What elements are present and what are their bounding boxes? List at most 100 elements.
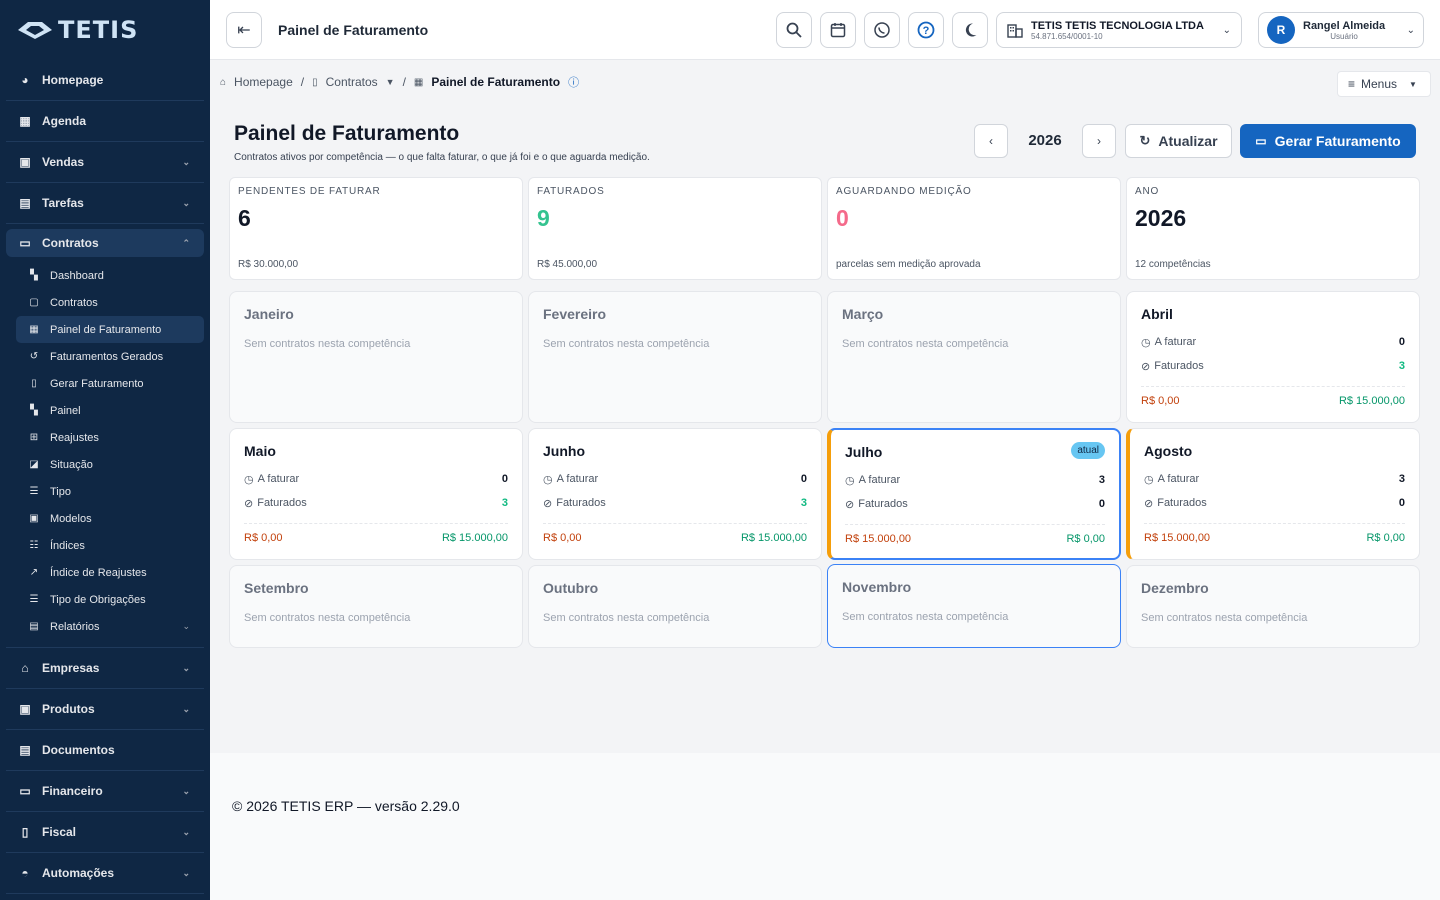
sidebar-subitem-relatorios[interactable]: ▤ Relatórios ⌄ — [16, 613, 204, 640]
sidebar-item-agenda[interactable]: ▦ Agenda — [6, 101, 204, 142]
sidebar-item-automacoes[interactable]: ◓ Automações ⌄ — [6, 853, 204, 894]
caret-down-icon[interactable]: ▼ — [386, 77, 395, 87]
stat-foot: R$ 45.000,00 — [537, 259, 598, 270]
sidebar-subitem-reajustes[interactable]: ⊞ Reajustes — [16, 424, 204, 451]
breadcrumb-home[interactable]: Homepage — [234, 75, 293, 89]
company-cnpj: 54.871.654/0001-10 — [1031, 31, 1103, 41]
stat-foot: 12 competências — [1135, 259, 1211, 270]
collapse-sidebar-button[interactable]: ⇤ — [226, 11, 262, 48]
sidebar-item-vendas[interactable]: ▣ Vendas ⌄ — [6, 142, 204, 183]
whatsapp-button[interactable] — [864, 11, 900, 48]
user-name: Rangel Almeida — [1303, 19, 1386, 32]
caret-down-icon: ▼ — [1409, 79, 1417, 89]
sidebar-subitem-label: Painel — [50, 404, 81, 417]
sidebar-item-empresas[interactable]: ⌂ Empresas ⌄ — [6, 648, 204, 689]
sidebar-item-contratos[interactable]: ▭ Contratos ⌃ — [6, 229, 204, 257]
menus-button[interactable]: ≡ Menus ▼ — [1337, 71, 1431, 97]
refresh-button[interactable]: ↻ Atualizar — [1125, 124, 1232, 158]
sidebar-subitem-painel-faturamento[interactable]: ▦ Painel de Faturamento — [16, 316, 204, 343]
gerar-faturamento-button[interactable]: ▭ Gerar Faturamento — [1240, 124, 1416, 158]
stat-foot: R$ 30.000,00 — [238, 259, 299, 270]
company-selector[interactable]: TETIS TETIS TECNOLOGIA LTDA 54.871.654/0… — [996, 12, 1242, 48]
sidebar-subitem-contratos[interactable]: ▢ Contratos — [16, 289, 204, 316]
month-card-fevereiro[interactable]: Fevereiro Sem contratos nesta competênci… — [528, 291, 822, 423]
clock-icon: ◷ — [1141, 336, 1151, 349]
sidebar-subitem-painel[interactable]: ▚ Painel — [16, 397, 204, 424]
sidebar-item-label: Empresas — [42, 661, 100, 675]
month-card-setembro[interactable]: Setembro Sem contratos nesta competência — [229, 565, 523, 648]
sidebar-subitem-indice-reajustes[interactable]: ↗ Índice de Reajustes — [16, 559, 204, 586]
sidebar-item-fiscal[interactable]: ▯ Fiscal ⌄ — [6, 812, 204, 853]
contract-icon: ▢ — [29, 297, 39, 308]
sidebar-item-financeiro[interactable]: ▭ Financeiro ⌄ — [6, 771, 204, 812]
calendar-icon: ▦ — [19, 114, 31, 128]
sidebar-subitem-modelos[interactable]: ▣ Modelos — [16, 505, 204, 532]
sidebar-subitem-tipo-obrigacoes[interactable]: ☰ Tipo de Obrigações — [16, 586, 204, 613]
breadcrumb-separator: / — [402, 75, 406, 89]
month-card-maio[interactable]: Maio ◷ A faturar 0 ⊘ Faturados 3 R$ 0,00 R$ 1… — [229, 428, 523, 560]
documents-icon: ▤ — [19, 743, 31, 757]
checklist-icon: ☰ — [29, 594, 39, 605]
help-button[interactable]: ? — [908, 11, 944, 48]
faturados-count: 0 — [1398, 497, 1405, 509]
month-card-outubro[interactable]: Outubro Sem contratos nesta competência — [528, 565, 822, 648]
check-circle-icon: ⊘ — [244, 497, 254, 510]
dashboard-icon: ◕ — [21, 73, 29, 87]
help-icon[interactable]: ⓘ — [568, 74, 579, 90]
sidebar-subitem-indices[interactable]: ☷ Índices — [16, 532, 204, 559]
page-title: Painel de Faturamento — [234, 122, 460, 145]
sidebar-item-label: Vendas — [42, 155, 85, 169]
brand-name: TETIS — [58, 16, 139, 44]
whatsapp-icon — [874, 21, 890, 38]
topbar: ⇤ Painel de Faturamento ? TETIS TETIS TE… — [210, 0, 1440, 60]
sidebar-subitem-tipo[interactable]: ☰ Tipo — [16, 478, 204, 505]
current-month-badge: atual — [1071, 442, 1105, 459]
chevron-down-icon: ⌄ — [182, 621, 190, 631]
search-button[interactable] — [776, 11, 812, 48]
month-card-dezembro[interactable]: Dezembro Sem contratos nesta competência — [1126, 565, 1420, 648]
sidebar-item-documentos[interactable]: ▤ Documentos — [6, 730, 204, 771]
month-name: Janeiro — [244, 306, 294, 322]
month-card-abril[interactable]: Abril ◷ A faturar 0 ⊘ Faturados 3 R$ 0,00 R$ … — [1126, 291, 1420, 423]
month-card-janeiro[interactable]: Janeiro Sem contratos nesta competência — [229, 291, 523, 423]
month-card-marco[interactable]: Março Sem contratos nesta competência — [827, 291, 1121, 423]
previous-year-button[interactable]: ‹ — [974, 124, 1008, 158]
sidebar-subitem-label: Índices — [50, 539, 85, 552]
stat-foot: parcelas sem medição aprovada — [836, 259, 981, 270]
sidebar-subitem-gerar-faturamento[interactable]: ▯ Gerar Faturamento — [16, 370, 204, 397]
calendar-button[interactable] — [820, 11, 856, 48]
footer: © 2026 TETIS ERP — versão 2.29.0 — [210, 753, 1440, 900]
a-faturar-count: 0 — [800, 473, 807, 485]
sidebar-subitem-label: Contratos — [50, 296, 98, 309]
user-menu[interactable]: R Rangel Almeida Usuário ⌄ — [1258, 12, 1424, 48]
sidebar-subitem-situacao[interactable]: ◪ Situação — [16, 451, 204, 478]
faturados-amount: R$ 15.000,00 — [1338, 395, 1405, 407]
help-icon: ? — [917, 21, 935, 38]
empty-message: Sem contratos nesta competência — [543, 612, 710, 624]
chevron-down-icon: ⌄ — [182, 156, 190, 167]
sidebar-item-tarefas[interactable]: ▤ Tarefas ⌄ — [6, 183, 204, 224]
sidebar-subitem-faturamentos-gerados[interactable]: ↺ Faturamentos Gerados — [16, 343, 204, 370]
chevron-down-icon: ⌄ — [182, 703, 190, 714]
sidebar-subitem-dashboard[interactable]: ▚ Dashboard — [16, 262, 204, 289]
a-faturar-label: A faturar — [257, 473, 300, 485]
a-faturar-count: 0 — [1398, 336, 1405, 348]
sidebar-item-produtos[interactable]: ▣ Produtos ⌄ — [6, 689, 204, 730]
status-icon: ◪ — [29, 459, 39, 470]
month-card-agosto[interactable]: Agosto ◷ A faturar 3 ⊘ Faturados 0 R$ 15.000… — [1126, 428, 1420, 560]
dark-mode-button[interactable] — [952, 11, 988, 48]
building-icon — [1007, 24, 1023, 38]
empty-message: Sem contratos nesta competência — [543, 338, 710, 350]
logo-icon — [18, 22, 52, 39]
sidebar-item-homepage[interactable]: ◕ Homepage — [6, 60, 204, 101]
month-card-junho[interactable]: Junho ◷ A faturar 0 ⊘ Faturados 3 R$ 0,00 R$ … — [528, 428, 822, 560]
stat-card-faturados: FATURADOS 9 R$ 45.000,00 — [528, 177, 822, 280]
month-card-julho[interactable]: Julho atual ◷ A faturar 3 ⊘ Faturados 0 R$ 1… — [827, 428, 1121, 560]
logo[interactable]: TETIS — [0, 0, 210, 60]
sidebar-subitem-label: Reajustes — [50, 431, 99, 444]
month-card-novembro[interactable]: Novembro Sem contratos nesta competência — [827, 564, 1121, 648]
document-icon: ▯ — [312, 76, 318, 88]
breadcrumb-contratos[interactable]: Contratos — [326, 75, 378, 89]
sidebar-subitem-label: Gerar Faturamento — [50, 377, 144, 390]
next-year-button[interactable]: › — [1082, 124, 1116, 158]
